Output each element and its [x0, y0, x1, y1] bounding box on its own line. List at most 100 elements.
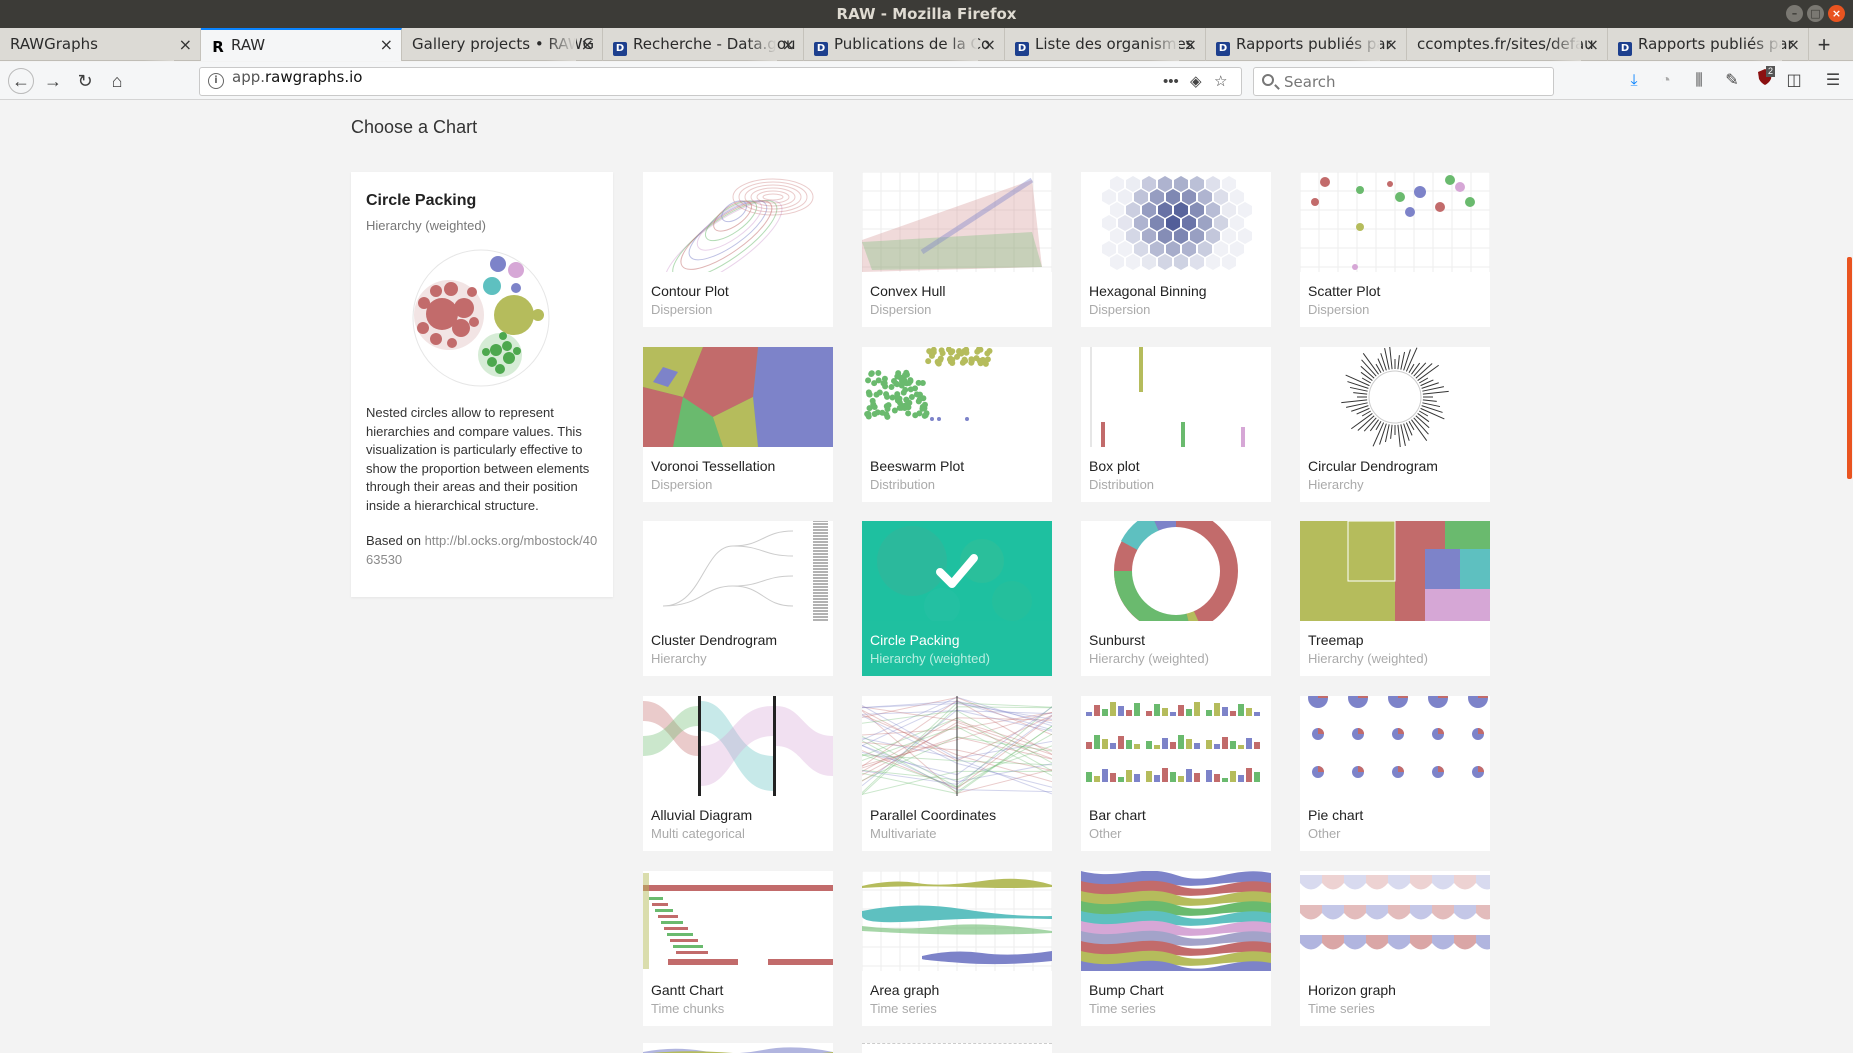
reload-icon[interactable]: ↻: [72, 68, 98, 94]
url-bar[interactable]: i app.rawgraphs.io ••• ◈ ☆: [199, 67, 1242, 96]
search-bar[interactable]: [1253, 67, 1554, 96]
chart-card-cluster-dendrogram[interactable]: Cluster Dendrogram Hierarchy: [643, 521, 833, 676]
pocket-icon[interactable]: ◈: [1190, 68, 1202, 96]
chart-card-category: Multi categorical: [651, 826, 745, 841]
url-text[interactable]: app.rawgraphs.io: [232, 68, 362, 86]
chart-card-title: Contour Plot: [651, 283, 729, 299]
browser-tab[interactable]: ccomptes.fr/sites/defau ×: [1407, 28, 1608, 61]
browser-tab[interactable]: D Liste des organismes ×: [1005, 28, 1206, 61]
detail-description: Nested circles allow to represent hierar…: [366, 404, 601, 516]
tab-favicon-icon: D: [1618, 42, 1632, 56]
browser-tab[interactable]: D Publications de la Co ×: [804, 28, 1005, 61]
browser-tab[interactable]: RAWGraphs ×: [0, 28, 201, 61]
chart-card-title: Bump Chart: [1089, 982, 1164, 998]
browser-tab[interactable]: D Recherche - Data.gou ×: [603, 28, 804, 61]
downloads-icon[interactable]: ⤓: [1621, 68, 1647, 94]
rss-icon[interactable]: ◔: [1653, 68, 1679, 94]
chart-card-circle-packing[interactable]: Circle Packing Hierarchy (weighted): [862, 521, 1052, 676]
chart-thumbnail-image: [862, 347, 1052, 447]
chart-thumbnail-image: [1081, 347, 1271, 447]
page-actions-icon[interactable]: •••: [1163, 68, 1179, 96]
browser-tab[interactable]: Gallery projects • RAWG ×: [402, 28, 603, 61]
close-window-icon[interactable]: ×: [1828, 5, 1845, 22]
chart-card-title: Cluster Dendrogram: [651, 632, 777, 648]
chart-thumbnail-image: [1300, 871, 1490, 971]
detail-title: Circle Packing: [366, 192, 476, 210]
chart-card-partial[interactable]: [643, 1043, 833, 1053]
close-tab-icon[interactable]: ×: [1787, 28, 1800, 61]
sidebar-icon[interactable]: ◫: [1781, 68, 1807, 94]
chart-card-parallel-coordinates[interactable]: Parallel Coordinates Multivariate: [862, 696, 1052, 851]
chart-card-category: Dispersion: [651, 302, 712, 317]
close-tab-icon[interactable]: ×: [1385, 28, 1398, 61]
chart-card-title: Alluvial Diagram: [651, 807, 752, 823]
chart-card-voronoi-tessellation[interactable]: Voronoi Tessellation Dispersion: [643, 347, 833, 502]
chart-card-category: Distribution: [1089, 477, 1154, 492]
chart-detail-panel: Circle Packing Hierarchy (weighted) Nest…: [351, 172, 613, 597]
chart-card-sunburst[interactable]: Sunburst Hierarchy (weighted): [1081, 521, 1271, 676]
page-scrollbar-thumb[interactable]: [1847, 257, 1852, 479]
library-icon[interactable]: ⫼: [1686, 68, 1712, 94]
home-icon[interactable]: ⌂: [104, 68, 130, 94]
chart-card-box-plot[interactable]: Box plot Distribution: [1081, 347, 1271, 502]
chart-card-scatter-plot[interactable]: Scatter Plot Dispersion: [1300, 172, 1490, 327]
chart-thumbnail-image: [1081, 521, 1271, 621]
tab-label: RAW: [231, 36, 265, 54]
maximize-icon[interactable]: □: [1807, 5, 1824, 22]
search-input[interactable]: [1284, 71, 1544, 93]
chart-thumbnail-image: [1081, 696, 1271, 796]
chart-card-gantt-chart[interactable]: Gantt Chart Time chunks: [643, 871, 833, 1026]
page-title: Choose a Chart: [351, 117, 477, 138]
close-tab-icon[interactable]: ×: [179, 28, 192, 61]
chart-card-treemap[interactable]: Treemap Hierarchy (weighted): [1300, 521, 1490, 676]
bookmark-star-icon[interactable]: ☆: [1214, 68, 1227, 96]
tab-favicon-icon: D: [814, 42, 828, 56]
chart-card-alluvial-diagram[interactable]: Alluvial Diagram Multi categorical: [643, 696, 833, 851]
chart-card-contour-plot[interactable]: Contour Plot Dispersion: [643, 172, 833, 327]
close-tab-icon[interactable]: ×: [983, 28, 996, 61]
chart-thumbnail-image: [643, 172, 833, 272]
site-info-icon[interactable]: i: [208, 73, 224, 89]
chart-card-horizon-graph[interactable]: Horizon graph Time series: [1300, 871, 1490, 1026]
close-tab-icon[interactable]: ×: [581, 28, 594, 61]
new-tab-icon[interactable]: +: [1809, 28, 1839, 60]
chart-thumbnail-image: [862, 696, 1052, 796]
close-tab-icon[interactable]: ×: [1184, 28, 1197, 61]
back-icon[interactable]: ←: [8, 68, 34, 94]
search-icon: [1262, 74, 1274, 86]
page-scrollbar-track: [1845, 101, 1853, 1053]
close-tab-icon[interactable]: ×: [782, 28, 795, 61]
chart-card-bar-chart[interactable]: Bar chart Other: [1081, 696, 1271, 851]
chart-thumbnail-image: [643, 696, 833, 796]
chart-thumbnail-image: [643, 521, 833, 621]
tab-favicon-icon: R: [211, 40, 225, 54]
browser-tab[interactable]: D Rapports publiés par ×: [1608, 28, 1809, 61]
detail-preview-image: [406, 248, 556, 388]
tab-favicon-icon: D: [1216, 42, 1230, 56]
chart-card-title: Pie chart: [1308, 807, 1363, 823]
browser-tab[interactable]: D Rapports publiés par ×: [1206, 28, 1407, 61]
close-tab-icon[interactable]: ×: [1586, 28, 1599, 61]
chart-card-hexagonal-binning[interactable]: Hexagonal Binning Dispersion: [1081, 172, 1271, 327]
forward-icon[interactable]: →: [40, 68, 66, 94]
chart-card-beeswarm-plot[interactable]: Beeswarm Plot Distribution: [862, 347, 1052, 502]
chart-card-category: Time series: [1089, 1001, 1156, 1016]
ublock-icon[interactable]: 2: [1752, 68, 1778, 94]
chart-card-partial-2[interactable]: [862, 1043, 1052, 1053]
chart-card-bump-chart[interactable]: Bump Chart Time series: [1081, 871, 1271, 1026]
minimize-icon[interactable]: –: [1786, 5, 1803, 22]
chart-card-category: Dispersion: [1308, 302, 1369, 317]
chart-card-title: Circular Dendrogram: [1308, 458, 1438, 474]
chart-card-convex-hull[interactable]: Convex Hull Dispersion: [862, 172, 1052, 327]
menu-icon[interactable]: ☰: [1820, 68, 1846, 94]
chart-card-title: Treemap: [1308, 632, 1364, 648]
chart-card-category: Other: [1308, 826, 1341, 841]
navigation-toolbar: ← → ↻ ⌂ i app.rawgraphs.io ••• ◈ ☆ ⤓ ◔ ⫼…: [0, 62, 1853, 100]
eyedropper-icon[interactable]: ✎: [1719, 68, 1745, 94]
chart-card-pie-chart[interactable]: Pie chart Other: [1300, 696, 1490, 851]
chart-card-category: Hierarchy: [1308, 477, 1364, 492]
chart-card-circular-dendrogram[interactable]: Circular Dendrogram Hierarchy: [1300, 347, 1490, 502]
close-tab-icon[interactable]: ×: [380, 30, 393, 60]
browser-tab[interactable]: R RAW ×: [201, 28, 402, 61]
chart-card-area-graph[interactable]: Area graph Time series: [862, 871, 1052, 1026]
